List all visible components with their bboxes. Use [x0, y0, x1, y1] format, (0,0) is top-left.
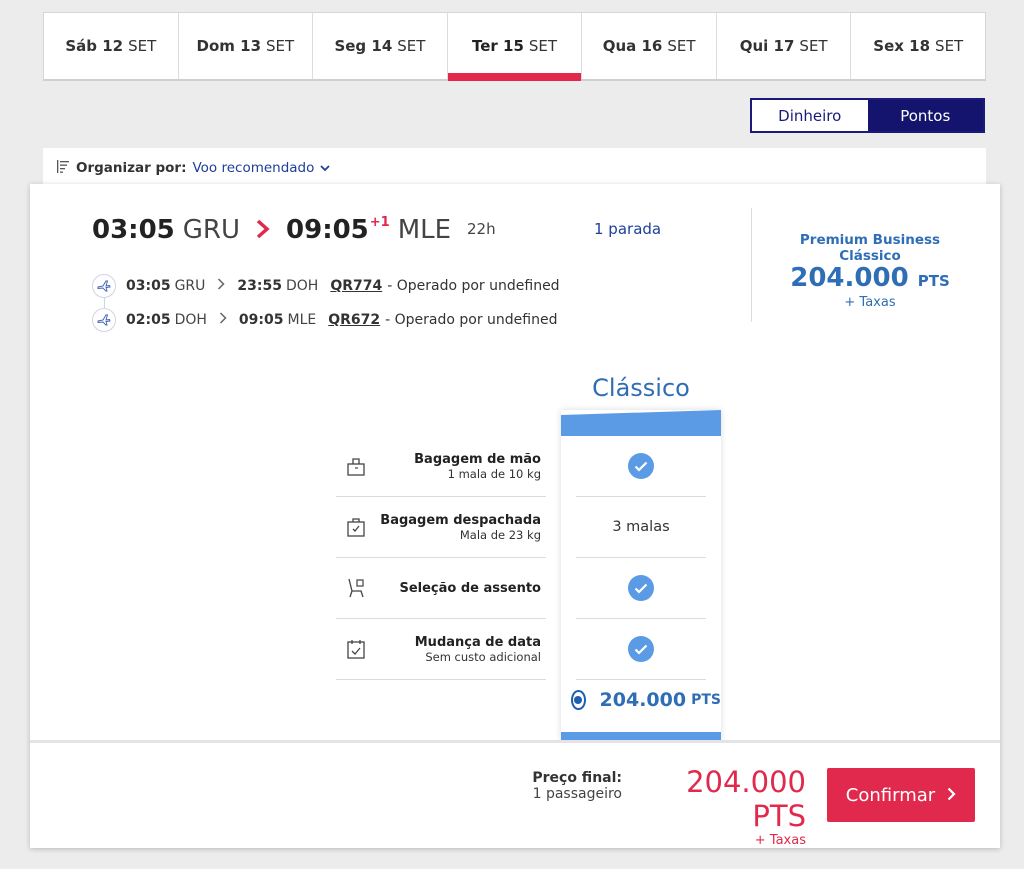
final-price-label: Preço final: 1 passageiro: [532, 770, 622, 802]
radio-selected-icon[interactable]: [571, 690, 586, 710]
fare-column-footer: [561, 732, 721, 740]
benefit-value: [576, 558, 706, 619]
confirm-button[interactable]: Confirmar: [827, 768, 975, 822]
operator-text: - Operado por undefined: [387, 278, 560, 294]
date-tab-sab-12[interactable]: Sáb 12 SET: [44, 13, 179, 79]
flight-number-link[interactable]: QR774: [330, 278, 382, 294]
date-tab-qua-16[interactable]: Qua 16 SET: [582, 13, 717, 79]
arrival-airport: MLE: [397, 215, 452, 245]
benefit-value: [576, 619, 706, 680]
fare-column-title: Clássico: [592, 374, 690, 402]
flight-duration: 22h: [467, 220, 496, 238]
date-tabs: Sáb 12 SET Dom 13 SET Seg 14 SET Ter 15 SET …: [43, 12, 986, 81]
flight-number-link[interactable]: QR672: [328, 312, 380, 328]
seat-icon: [336, 577, 376, 599]
fare-price: 204.000 PTS: [790, 263, 950, 293]
date-tab-sex-18[interactable]: Sex 18 SET: [851, 13, 985, 79]
benefit-value: [576, 436, 706, 497]
fare-name: Premium Business Clássico: [799, 232, 941, 264]
segment-row: 02:05 DOH 09:05 MLE QR672 - Operado por …: [92, 308, 557, 332]
benefit-row: Bagagem de mão 1 mala de 10 kg: [336, 436, 546, 497]
currency-toggle: Dinheiro Pontos: [750, 98, 985, 133]
sort-bar: Organizar por: Voo recomendado: [43, 148, 986, 188]
departure-time: 03:05: [92, 215, 175, 245]
flight-card: 03:05 GRU 09:05 +1 MLE 22h 1 parada 03:0…: [30, 184, 1000, 848]
date-tab-seg-14[interactable]: Seg 14 SET: [313, 13, 448, 79]
cash-option[interactable]: Dinheiro: [752, 100, 868, 131]
check-icon: [628, 453, 654, 479]
fare-summary[interactable]: Premium Business Clássico 204.000 PTS + …: [770, 232, 970, 310]
fare-select-radio[interactable]: 204.000 PTS: [571, 689, 721, 711]
chevron-right-icon: [256, 213, 270, 246]
operator-text: - Operado por undefined: [385, 312, 558, 328]
date-tab-ter-15-selected[interactable]: Ter 15 SET: [447, 13, 583, 81]
total-price: 204.000 PTS + Taxas: [686, 765, 806, 848]
chevron-right-icon: [947, 785, 956, 806]
departure-airport: GRU: [182, 215, 241, 245]
plane-icon: [92, 308, 116, 332]
segment-row: 03:05 GRU 23:55 DOH QR774 - Operado por …: [92, 274, 560, 298]
date-tab-qui-17[interactable]: Qui 17 SET: [717, 13, 852, 79]
date-tab-dom-13[interactable]: Dom 13 SET: [179, 13, 314, 79]
checked-bag-icon: [336, 516, 376, 538]
sort-icon: [57, 159, 70, 177]
benefit-row: Bagagem despachada Mala de 23 kg: [336, 497, 546, 558]
checkout-footer: Preço final: 1 passageiro 204.000 PTS + …: [30, 740, 1000, 848]
arrival-time: 09:05: [286, 215, 369, 245]
check-icon: [628, 575, 654, 601]
plane-icon: [92, 274, 116, 298]
chevron-right-icon: [217, 278, 225, 294]
benefit-row: Mudança de data Sem custo adicional: [336, 619, 546, 680]
chevron-down-icon[interactable]: [320, 162, 331, 175]
points-option[interactable]: Pontos: [867, 100, 983, 131]
divider: [751, 208, 752, 322]
carry-on-bag-icon: [336, 455, 376, 477]
benefit-row: Seleção de assento: [336, 558, 546, 619]
arrival-day-offset: +1: [369, 215, 390, 230]
sort-dropdown[interactable]: Voo recomendado: [192, 160, 314, 176]
check-icon: [628, 636, 654, 662]
fare-taxes: + Taxas: [844, 295, 896, 310]
chevron-right-icon: [219, 312, 227, 328]
flight-summary: 03:05 GRU 09:05 +1 MLE: [92, 212, 451, 245]
benefit-value: 3 malas: [576, 497, 706, 558]
sort-label: Organizar por:: [76, 160, 187, 176]
stops-link[interactable]: 1 parada: [594, 220, 661, 238]
calendar-icon: [336, 638, 376, 660]
